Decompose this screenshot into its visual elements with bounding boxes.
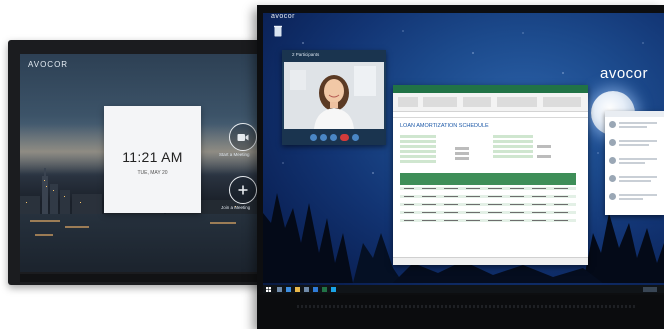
wallpaper-brand: avocor <box>600 65 649 82</box>
input-cell[interactable] <box>400 155 436 158</box>
right-bezel <box>257 295 664 329</box>
taskbar <box>263 285 664 293</box>
left-screen: AVOCOR 11:21 AM TUE, MAY 20 Start a Meet… <box>20 54 273 272</box>
mail-item[interactable] <box>619 198 643 200</box>
summary-cell[interactable] <box>493 155 533 158</box>
input-cell[interactable] <box>400 160 436 163</box>
river-reflection <box>35 234 53 236</box>
ribbon-group[interactable] <box>398 97 418 107</box>
spreadsheet-ribbon <box>393 93 588 112</box>
value-cell[interactable] <box>455 157 469 160</box>
value-cell[interactable] <box>537 145 551 148</box>
left-bezel <box>20 274 273 282</box>
spreadsheet-window[interactable]: LOAN AMORTIZATION SCHEDULE <box>393 85 588 265</box>
avatar[interactable] <box>609 157 616 164</box>
system-tray[interactable] <box>643 286 657 292</box>
skype-icon[interactable] <box>331 286 336 292</box>
mail-titlebar[interactable] <box>605 111 664 117</box>
video-call-titlebar[interactable]: 2 Participants <box>282 50 386 62</box>
mail-item[interactable] <box>619 122 657 124</box>
clock-time: 11:21 AM <box>122 149 183 165</box>
summary-cell[interactable] <box>493 140 533 143</box>
participant-video <box>284 62 384 129</box>
input-cell[interactable] <box>400 150 436 153</box>
mail-item[interactable] <box>619 180 651 182</box>
mic-toggle-icon[interactable] <box>329 133 337 141</box>
video-call-window[interactable]: 2 Participants <box>282 50 386 145</box>
mail-item[interactable] <box>619 140 657 142</box>
video-toggle-icon[interactable] <box>319 133 327 141</box>
summary-cell[interactable] <box>493 150 533 153</box>
mail-icon[interactable] <box>313 286 318 292</box>
table-values <box>404 188 568 221</box>
sheet-title: LOAN AMORTIZATION SCHEDULE <box>400 123 489 129</box>
brand-logo: AVOCOR <box>28 60 69 69</box>
right-display: avocor avocor 2 Participants LOAN AMORTI… <box>257 5 664 329</box>
clock-date: TUE, MAY 20 <box>137 170 168 176</box>
video-camera-icon <box>237 133 249 141</box>
ribbon-group[interactable] <box>543 97 581 107</box>
start-meeting-button[interactable] <box>229 123 257 151</box>
sheet-tabs[interactable] <box>393 257 588 265</box>
task-view-icon[interactable] <box>277 286 282 292</box>
river-reflection <box>210 222 236 224</box>
end-call-button[interactable] <box>339 133 349 141</box>
input-cell[interactable] <box>400 140 436 143</box>
schedule-table-header <box>400 173 576 185</box>
lock-screen-card: 11:21 AM TUE, MAY 20 <box>104 106 201 213</box>
speaker-grille <box>297 305 637 308</box>
summary-cell[interactable] <box>493 145 533 148</box>
spreadsheet-titlebar[interactable] <box>393 85 588 93</box>
input-cell[interactable] <box>400 145 436 148</box>
value-cell[interactable] <box>455 152 469 155</box>
river <box>20 214 273 272</box>
ribbon-group[interactable] <box>463 97 491 107</box>
input-cell[interactable] <box>400 135 436 138</box>
value-cell[interactable] <box>537 155 551 158</box>
mail-item[interactable] <box>619 126 647 128</box>
avatar[interactable] <box>609 139 616 146</box>
mail-item[interactable] <box>619 162 645 164</box>
mail-item[interactable] <box>619 176 657 178</box>
join-meeting-label: Join a Meeting <box>221 205 251 210</box>
excel-icon[interactable] <box>322 286 327 292</box>
store-icon[interactable] <box>304 286 309 292</box>
plus-icon <box>238 185 248 195</box>
call-controls <box>282 129 386 145</box>
participants-label: 2 Participants <box>292 52 320 57</box>
ribbon-group[interactable] <box>423 97 457 107</box>
explorer-icon[interactable] <box>295 286 300 292</box>
ribbon-group[interactable] <box>497 97 537 107</box>
summary-cell[interactable] <box>493 135 533 138</box>
chat-icon[interactable] <box>309 133 317 141</box>
mail-window[interactable] <box>605 111 664 215</box>
value-cell[interactable] <box>455 147 469 150</box>
formula-bar[interactable] <box>393 112 588 118</box>
mail-item[interactable] <box>619 144 649 146</box>
river-reflection <box>30 220 60 222</box>
edge-icon[interactable] <box>286 286 291 292</box>
avatar[interactable] <box>609 175 616 182</box>
start-icon[interactable] <box>266 286 271 292</box>
bezel-brand: avocor <box>271 13 296 20</box>
right-screen: avocor avocor 2 Participants LOAN AMORTI… <box>263 13 664 293</box>
more-options-icon[interactable] <box>351 133 359 141</box>
avatar[interactable] <box>609 121 616 128</box>
start-meeting-label: Start a Meeting <box>219 152 250 157</box>
mail-item[interactable] <box>619 194 657 196</box>
avatar[interactable] <box>609 193 616 200</box>
mail-item[interactable] <box>619 158 657 160</box>
river-reflection <box>65 226 89 228</box>
video-feed <box>284 62 384 129</box>
recycle-bin-icon[interactable] <box>273 25 283 37</box>
left-display: AVOCOR 11:21 AM TUE, MAY 20 Start a Meet… <box>8 40 273 285</box>
join-meeting-button[interactable] <box>229 176 257 204</box>
